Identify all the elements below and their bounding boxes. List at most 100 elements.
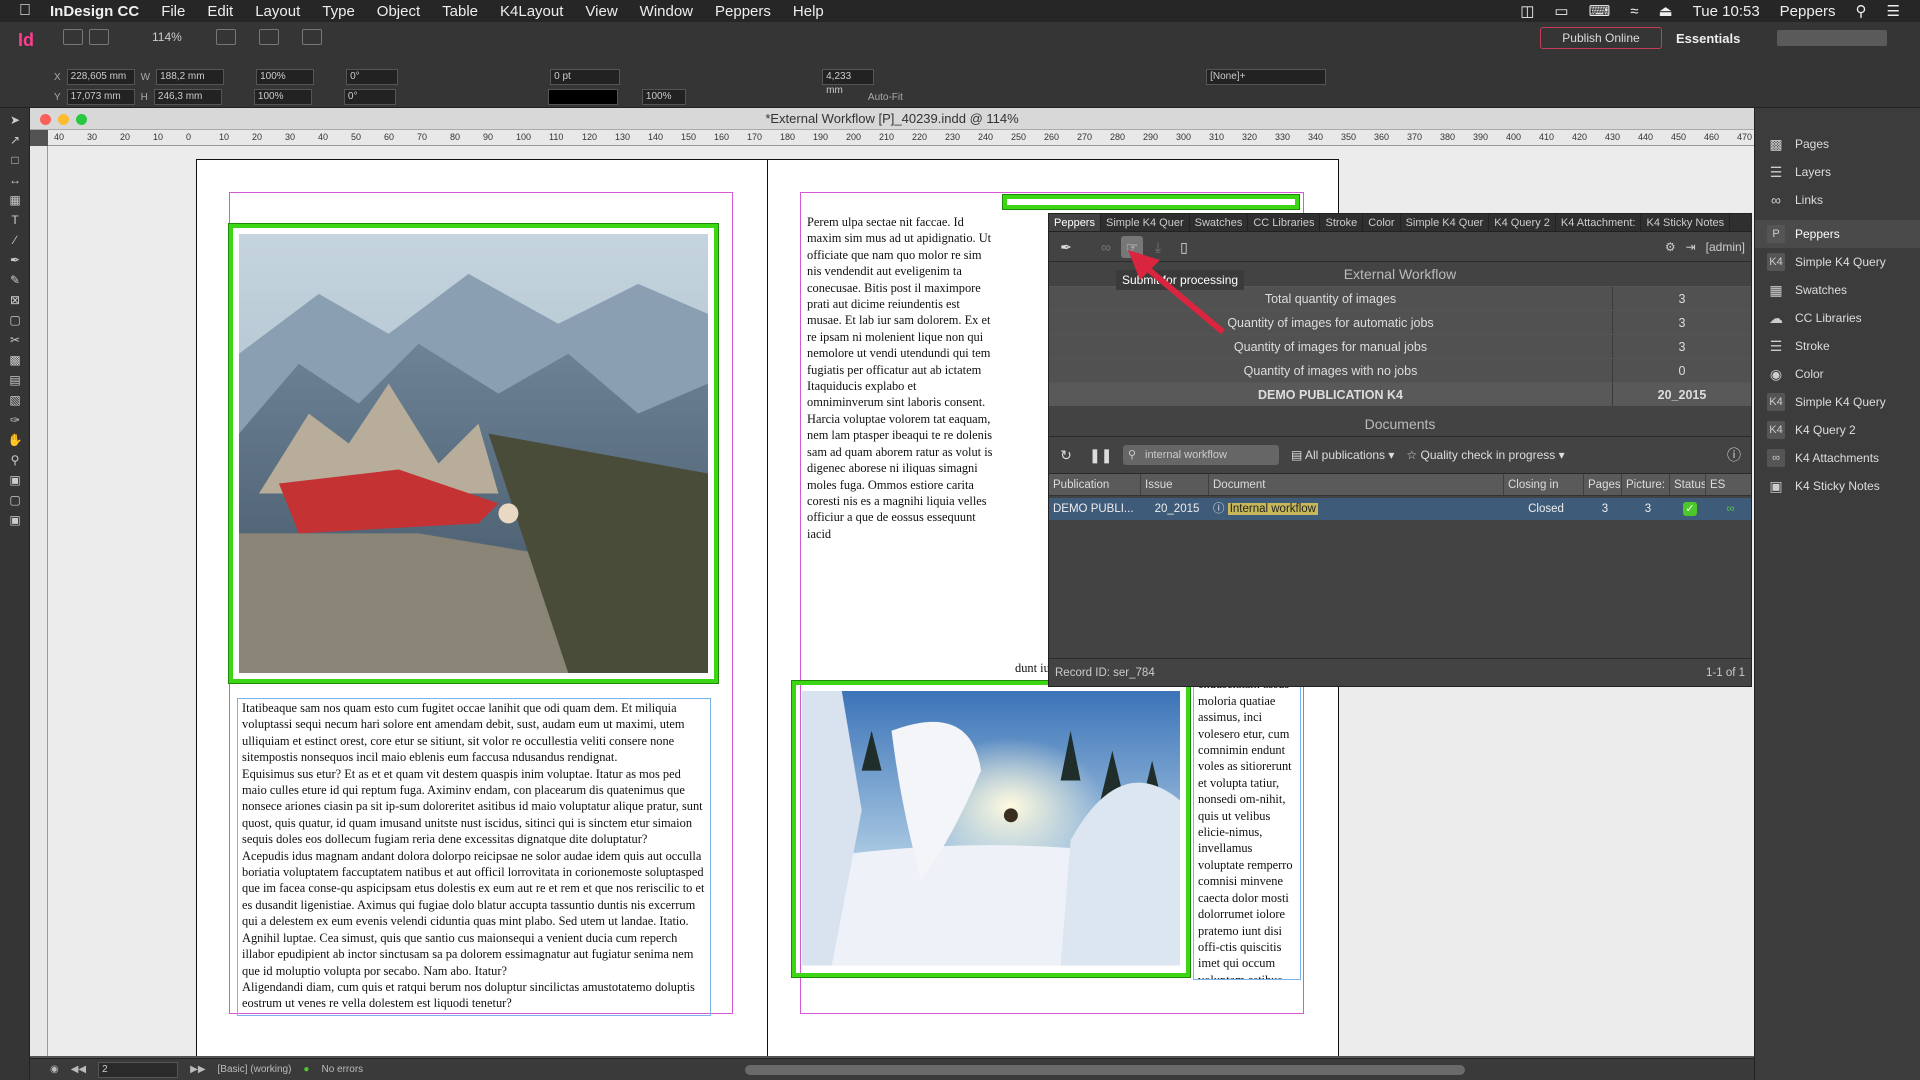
menu-file[interactable]: File (161, 3, 185, 20)
wifi-icon[interactable]: ≈ (1630, 3, 1638, 20)
col-document[interactable]: Document (1209, 474, 1504, 495)
horizontal-scrollbar[interactable] (745, 1065, 1465, 1075)
dock-simple-k4-query[interactable]: K4 Simple K4 Query (1755, 248, 1920, 276)
dock-links[interactable]: ∞ Links (1755, 186, 1920, 214)
tab-simple-k4-query[interactable]: Simple K4 Quer (1101, 214, 1190, 231)
workspace-switcher[interactable]: Essentials (1676, 31, 1740, 46)
menu-edit[interactable]: Edit (207, 3, 233, 20)
dock-pages[interactable]: ▩ Pages (1755, 130, 1920, 158)
columns-icon[interactable]: ❚❚ (1089, 444, 1112, 466)
gradient-tool-icon[interactable]: ▤ (5, 372, 25, 388)
rectangle-tool-icon[interactable]: ▢ (5, 312, 25, 328)
menu-type[interactable]: Type (322, 3, 355, 20)
stock-icon[interactable] (89, 29, 109, 45)
logout-icon[interactable]: ⇥ (1686, 240, 1696, 254)
dock-simple-k4-query-2[interactable]: K4 Simple K4 Query (1755, 388, 1920, 416)
selection-tool-icon[interactable]: ➤ (5, 112, 25, 128)
tab-stroke[interactable]: Stroke (1320, 214, 1364, 231)
cast-icon[interactable]: ⌨ (1589, 2, 1611, 20)
left-text-frame[interactable]: Itatibeaque sam nos quam esto cum fugite… (237, 698, 711, 1016)
arrange-docs-icon[interactable] (301, 29, 322, 45)
dock-k4-query-2[interactable]: K4 K4 Query 2 (1755, 416, 1920, 444)
menu-object[interactable]: Object (377, 3, 420, 20)
dock-swatches[interactable]: ▦ Swatches (1755, 276, 1920, 304)
vertical-ruler[interactable] (30, 146, 48, 1056)
screen-mode-icon[interactable] (258, 29, 279, 45)
col-es[interactable]: ES (1706, 474, 1751, 495)
screen-mode-tool-icon[interactable]: ▣ (5, 512, 25, 528)
direct-selection-tool-icon[interactable]: ↗ (5, 132, 25, 148)
menu-layout[interactable]: Layout (255, 3, 300, 20)
list-icon[interactable]: ☰ (1887, 2, 1900, 20)
rectangle-frame-tool-icon[interactable]: ⊠ (5, 292, 25, 308)
settings-gear-icon[interactable]: ⚙ (1665, 240, 1676, 254)
tab-k4-attachments[interactable]: K4 Attachment: (1556, 214, 1642, 231)
preflight-profile[interactable]: [Basic] (working) (218, 1064, 292, 1075)
es-link-icon[interactable]: ∞ (1706, 498, 1751, 520)
top-image-frame[interactable] (1002, 194, 1300, 210)
pen-tool-icon[interactable]: ✒ (5, 252, 25, 268)
tab-cc-libraries[interactable]: CC Libraries (1248, 214, 1321, 231)
opacity-field[interactable]: 100% (641, 89, 686, 105)
col-pages[interactable]: Pages (1584, 474, 1622, 495)
tab-simple-k4-query-2[interactable]: Simple K4 Quer (1401, 214, 1490, 231)
dock-k4-sticky-notes[interactable]: ▣ K4 Sticky Notes (1755, 472, 1920, 500)
publications-filter-dropdown[interactable]: ▤ All publications ▾ (1291, 448, 1394, 462)
scissors-tool-icon[interactable]: ✂ (5, 332, 25, 348)
minimize-window-icon[interactable] (58, 114, 69, 125)
tab-k4-query-2[interactable]: K4 Query 2 (1489, 214, 1556, 231)
mountain-image-frame[interactable] (228, 223, 719, 684)
preview-icon[interactable]: ◉ (50, 1064, 59, 1075)
search-stock-input[interactable] (1777, 30, 1887, 46)
dock-layers[interactable]: ☰ Layers (1755, 158, 1920, 186)
clock[interactable]: Tue 10:53 (1693, 3, 1760, 20)
h-field[interactable]: 246,3 mm (153, 89, 222, 105)
object-style-select[interactable]: [None]+ (1206, 69, 1327, 85)
app-name[interactable]: InDesign CC (50, 3, 139, 20)
horizontal-ruler[interactable]: 40 30 20 10 0 10 20 30 40 50 60 70 80 90 100 110 120 130 1… (48, 130, 1754, 146)
document-name[interactable]: Internal workflow (1227, 503, 1318, 515)
shear-field[interactable]: 0° (343, 89, 396, 105)
window-icon[interactable]: ◫ (1520, 2, 1534, 20)
middle-text-frame[interactable]: Perem ulpa sectae nit faccae. Id maxim s… (802, 212, 998, 672)
col-closing[interactable]: Closing in (1504, 474, 1584, 495)
close-window-icon[interactable] (40, 114, 51, 125)
zoom-level[interactable]: 114% (152, 30, 182, 44)
fill-stroke-icon[interactable]: ▣ (5, 472, 25, 488)
eject-icon[interactable]: ⏏ (1658, 2, 1672, 20)
dock-stroke[interactable]: ☰ Stroke (1755, 332, 1920, 360)
info-icon[interactable]: ⓘ (1723, 444, 1745, 466)
gap-tool-icon[interactable]: ↔ (5, 172, 25, 188)
col-publication[interactable]: Publication (1049, 474, 1141, 495)
page-number-field[interactable]: 2 (98, 1061, 179, 1078)
user-menu[interactable]: Peppers (1780, 3, 1836, 20)
display-icon[interactable]: ▭ (1554, 2, 1568, 20)
dock-color[interactable]: ◉ Color (1755, 360, 1920, 388)
apply-none-icon[interactable]: ▢ (5, 492, 25, 508)
snow-image-frame[interactable] (791, 680, 1191, 978)
preflight-status[interactable]: No errors (321, 1064, 363, 1075)
tab-color[interactable]: Color (1363, 214, 1401, 231)
left-page[interactable]: Itatibeaque sam nos quam esto cum fugite… (196, 159, 768, 1056)
documents-search-input[interactable]: ⚲ internal workflow (1123, 445, 1279, 465)
menu-view[interactable]: View (585, 3, 617, 20)
col-pictures[interactable]: Picture: (1622, 474, 1670, 495)
refresh-icon[interactable]: ↻ (1055, 444, 1077, 466)
hand-tool-icon[interactable]: ✋ (5, 432, 25, 448)
right-text-frame[interactable]: occat est endusciatam assus moloria quat… (1193, 658, 1301, 980)
tab-swatches[interactable]: Swatches (1190, 214, 1249, 231)
dock-cc-libraries[interactable]: ☁ CC Libraries (1755, 304, 1920, 332)
menu-help[interactable]: Help (793, 3, 824, 20)
page-tool-icon[interactable]: □ (5, 152, 25, 168)
pencil-tool-icon[interactable]: ✎ (5, 272, 25, 288)
view-options-icon[interactable] (215, 29, 236, 45)
first-page-icon[interactable]: ◀◀ (71, 1064, 86, 1075)
brush-icon[interactable]: ✒ (1055, 236, 1077, 258)
menu-k4layout[interactable]: K4Layout (500, 3, 563, 20)
spotlight-icon[interactable]: ⚲ (1856, 2, 1867, 20)
free-transform-tool-icon[interactable]: ▩ (5, 352, 25, 368)
content-collector-icon[interactable]: ▦ (5, 192, 25, 208)
link-icon[interactable]: ∞ (1095, 236, 1117, 258)
stroke-type-select[interactable] (547, 89, 618, 105)
menu-peppers[interactable]: Peppers (715, 3, 771, 20)
